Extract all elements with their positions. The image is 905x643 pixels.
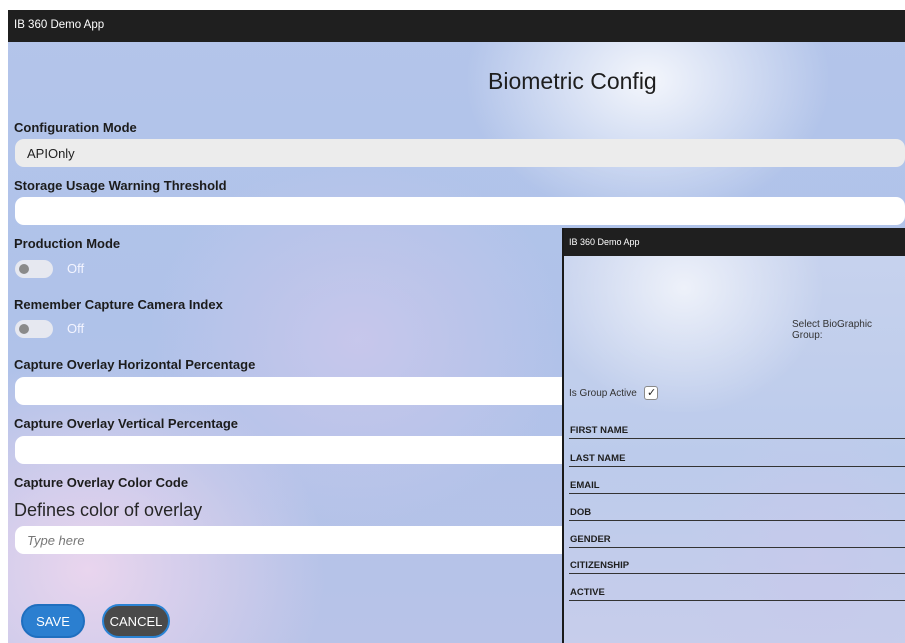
cancel-button[interactable]: CANCEL — [102, 604, 170, 638]
column-divider — [569, 466, 905, 467]
overlay-title-bar: IB 360 Demo App — [564, 228, 905, 256]
column-header-active: ACTIVE — [570, 587, 605, 598]
screen-top-strip — [0, 0, 905, 10]
window-title: IB 360 Demo App — [14, 19, 105, 31]
toggle-knob — [19, 264, 29, 274]
configuration-mode-field[interactable] — [15, 139, 905, 167]
production-mode-label: Production Mode — [14, 236, 121, 251]
overlay-window-title: IB 360 Demo App — [569, 237, 640, 247]
toggle-state-text: Off — [67, 261, 85, 276]
column-header-first-name: FIRST NAME — [570, 425, 629, 436]
toggle-track — [15, 260, 53, 278]
column-divider — [569, 573, 905, 574]
remember-camera-label: Remember Capture Camera Index — [14, 297, 223, 312]
title-bar: IB 360 Demo App — [8, 10, 905, 42]
column-divider — [569, 520, 905, 521]
column-divider — [569, 493, 905, 494]
column-divider — [569, 438, 905, 439]
page-title: Biometric Config — [488, 68, 657, 94]
overlay-window: IB 360 Demo App Select BioGraphic Group:… — [562, 228, 905, 643]
column-header-citizenship: CITIZENSHIP — [570, 560, 630, 571]
overlay-color-label: Capture Overlay Color Code — [14, 475, 189, 490]
overlay-horizontal-input[interactable] — [15, 377, 575, 405]
toggle-state-text: Off — [67, 321, 85, 336]
column-header-dob: DOB — [570, 507, 592, 518]
overlay-horizontal-label: Capture Overlay Horizontal Percentage — [14, 357, 256, 372]
configuration-mode-label: Configuration Mode — [14, 120, 137, 135]
toggle-track — [15, 320, 53, 338]
save-button[interactable]: SAVE — [21, 604, 85, 638]
check-icon: ✓ — [647, 386, 657, 399]
column-header-gender: GENDER — [570, 534, 611, 545]
group-active-label: Is Group Active — [569, 388, 637, 399]
storage-threshold-input[interactable] — [15, 197, 905, 225]
group-active-checkbox[interactable]: ✓ — [644, 386, 658, 400]
column-divider — [569, 600, 905, 601]
overlay-vertical-input[interactable] — [15, 436, 575, 464]
column-header-email: EMAIL — [570, 480, 600, 491]
toggle-knob — [19, 324, 29, 334]
group-select-label: Select BioGraphic Group: — [792, 319, 873, 341]
column-header-last-name: LAST NAME — [570, 453, 626, 464]
overlay-vertical-label: Capture Overlay Vertical Percentage — [14, 416, 239, 431]
column-divider — [569, 547, 905, 548]
overlay-color-helper: Defines color of overlay — [14, 500, 203, 520]
storage-threshold-label: Storage Usage Warning Threshold — [14, 178, 227, 193]
overlay-color-input[interactable] — [15, 526, 575, 554]
